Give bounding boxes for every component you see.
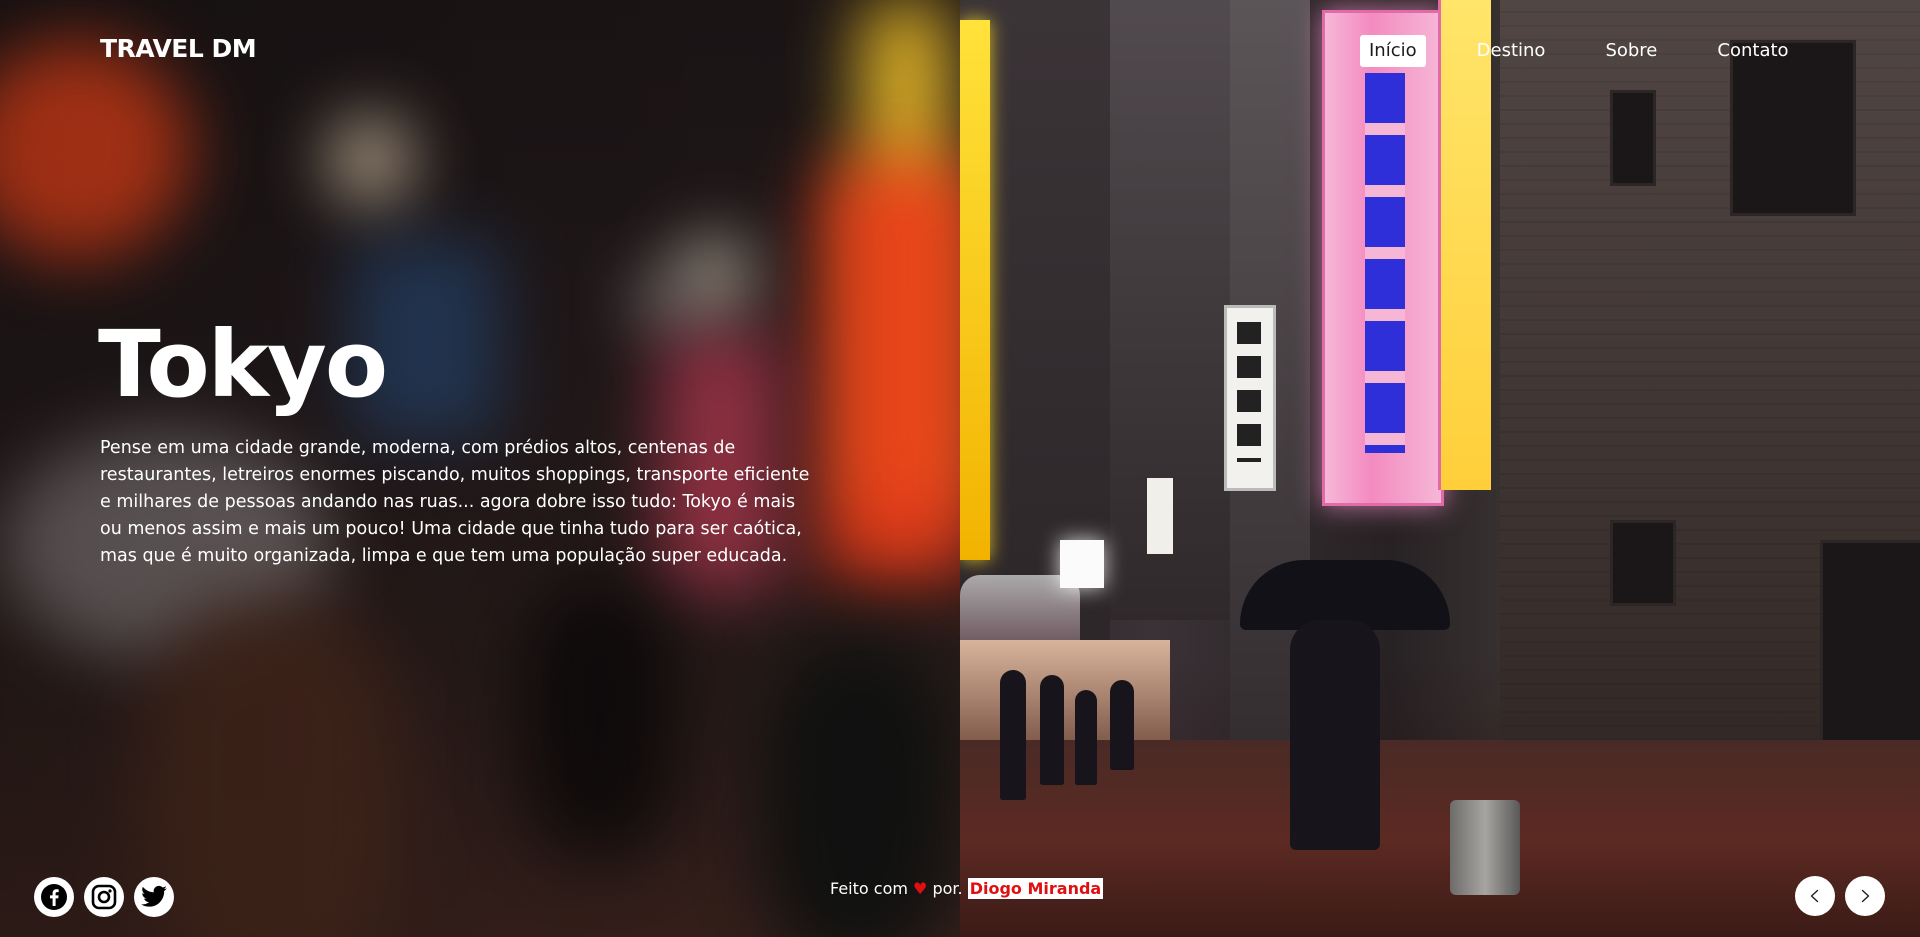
- social-links: [34, 877, 174, 917]
- background-photo-sharp: [960, 0, 1920, 937]
- facebook-icon: [41, 884, 67, 910]
- twitter-icon: [141, 885, 167, 907]
- main-nav: Início Destino Sobre Contato: [1360, 35, 1798, 67]
- author-link[interactable]: Diogo Miranda: [967, 878, 1104, 899]
- nav-item-contato[interactable]: Contato: [1708, 35, 1797, 67]
- nav-item-inicio[interactable]: Início: [1360, 35, 1426, 67]
- credit-middle: por: [932, 879, 958, 898]
- slide-controls: [1795, 876, 1885, 916]
- page: TRAVEL DM Início Destino Sobre Contato T…: [0, 0, 1920, 937]
- credit-prefix: Feito com: [830, 879, 908, 898]
- twitter-link[interactable]: [134, 877, 174, 917]
- nav-item-destino[interactable]: Destino: [1468, 35, 1555, 67]
- chevron-left-icon: [1810, 889, 1819, 903]
- chevron-right-icon: [1861, 889, 1870, 903]
- footer-credit: Feito com ♥ por. Diogo Miranda: [830, 878, 1104, 899]
- nav-item-sobre[interactable]: Sobre: [1596, 35, 1666, 67]
- instagram-link[interactable]: [84, 877, 124, 917]
- next-slide-button[interactable]: [1845, 876, 1885, 916]
- destination-title: Tokyo: [98, 311, 388, 418]
- previous-slide-button[interactable]: [1795, 876, 1835, 916]
- facebook-link[interactable]: [34, 877, 74, 917]
- heart-icon: ♥: [913, 879, 928, 898]
- instagram-icon: [91, 884, 117, 910]
- destination-description: Pense em uma cidade grande, moderna, com…: [100, 438, 810, 566]
- site-logo[interactable]: TRAVEL DM: [100, 34, 257, 63]
